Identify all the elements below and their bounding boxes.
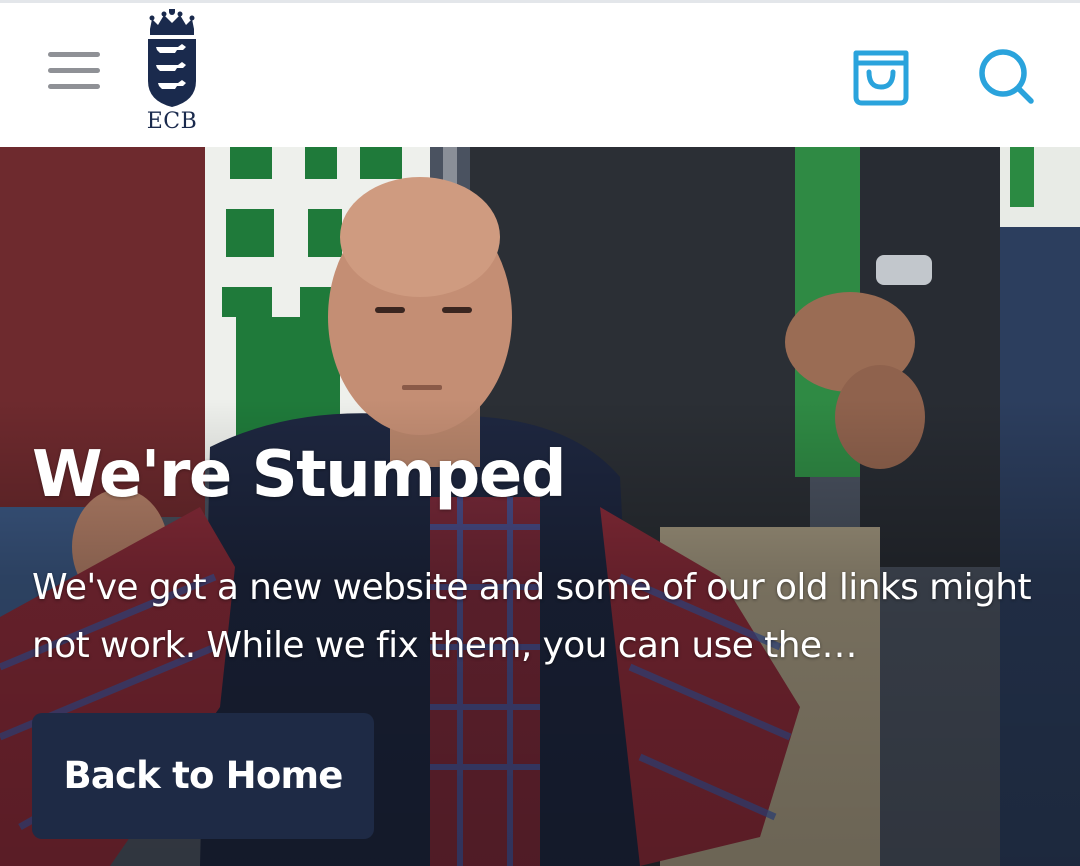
shopping-bag-icon[interactable]	[848, 43, 914, 109]
hero-banner: We're Stumped We've got a new website an…	[0, 147, 1080, 866]
menu-bar	[48, 84, 100, 89]
crown-crest-icon	[148, 9, 196, 107]
site-header: ECB	[0, 3, 1080, 147]
page-title: We're Stumped	[32, 438, 567, 512]
back-to-home-button[interactable]: Back to Home	[32, 713, 374, 839]
logo-wordmark: ECB	[146, 109, 198, 134]
hero-message: We've got a new website and some of our …	[32, 567, 1032, 666]
hamburger-menu-icon[interactable]	[44, 49, 104, 95]
menu-bar	[48, 68, 100, 73]
search-icon[interactable]	[974, 45, 1040, 111]
ecb-logo[interactable]: ECB	[140, 9, 204, 135]
menu-bar	[48, 52, 100, 57]
